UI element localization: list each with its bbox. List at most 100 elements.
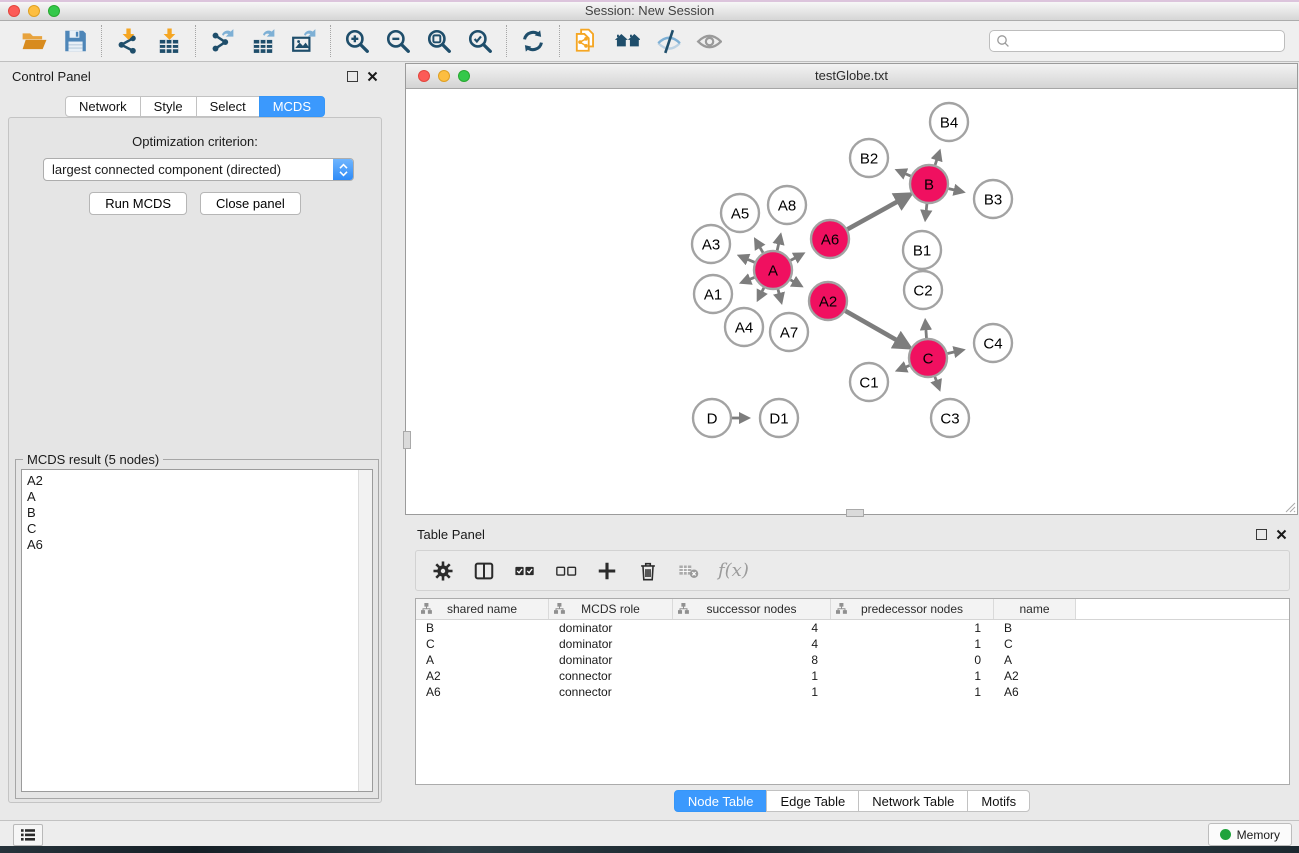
column-header-mcds-role[interactable]: MCDS role [549,599,673,619]
graph-node-B1[interactable]: B1 [903,231,941,269]
hide-graphics-details-button[interactable] [655,28,681,54]
network-window-titlebar[interactable]: testGlobe.txt [406,64,1297,89]
table-row[interactable]: Adominator80A [416,652,1289,668]
table-cell[interactable]: A [416,652,549,668]
settings-button[interactable] [431,559,455,583]
graph-node-C[interactable]: C [909,339,947,377]
table-row[interactable]: A6connector11A6 [416,684,1289,700]
table-cell[interactable]: B [416,620,549,636]
table-tab-node-table[interactable]: Node Table [674,790,768,812]
network-minimize-button[interactable] [438,70,450,82]
table-cell[interactable]: A [994,652,1076,668]
graph-node-A[interactable]: A [754,251,792,289]
zoom-out-button[interactable] [385,28,411,54]
graph-node-A4[interactable]: A4 [725,308,763,346]
graph-node-A7[interactable]: A7 [770,313,808,351]
table-cell[interactable]: A2 [994,668,1076,684]
maximize-window-button[interactable] [48,5,60,17]
graph-node-D1[interactable]: D1 [760,399,798,437]
table-cell[interactable]: dominator [549,652,673,668]
graph-node-B3[interactable]: B3 [974,180,1012,218]
table-cell[interactable]: connector [549,684,673,700]
network-close-button[interactable] [418,70,430,82]
table-cell[interactable]: connector [549,668,673,684]
table-row[interactable]: Bdominator41B [416,620,1289,636]
resize-grip-icon[interactable] [1284,501,1296,513]
function-builder-button[interactable]: f(x) [718,560,749,581]
float-panel-icon[interactable] [347,71,358,82]
zoom-fit-button[interactable] [426,28,452,54]
table-cell[interactable]: C [416,636,549,652]
table-cell[interactable]: 0 [831,652,994,668]
zoom-in-button[interactable] [344,28,370,54]
refresh-button[interactable] [520,28,546,54]
network-canvas[interactable]: AA1A2A3A4A5A6A7A8BB1B2B3B4CC1C2C3C4DD1 [406,88,1297,514]
graph-node-A1[interactable]: A1 [694,275,732,313]
table-cell[interactable]: 4 [673,636,831,652]
table-cell[interactable]: 1 [831,684,994,700]
export-network-button[interactable] [209,28,235,54]
network-from-selection-button[interactable] [573,28,599,54]
column-header-predecessor-nodes[interactable]: predecessor nodes [831,599,994,619]
task-history-button[interactable] [13,824,43,846]
graph-node-C2[interactable]: C2 [904,271,942,309]
close-table-panel-icon[interactable] [1276,529,1287,540]
graph-node-B2[interactable]: B2 [850,139,888,177]
table-cell[interactable]: C [994,636,1076,652]
run-mcds-button[interactable]: Run MCDS [89,192,187,215]
tab-network[interactable]: Network [65,96,141,117]
graph-node-C1[interactable]: C1 [850,363,888,401]
table-tab-edge-table[interactable]: Edge Table [766,790,859,812]
table-cell[interactable]: A6 [994,684,1076,700]
column-header-name[interactable]: name [994,599,1076,619]
column-header-successor-nodes[interactable]: successor nodes [673,599,831,619]
export-table-button[interactable] [250,28,276,54]
close-panel-button[interactable]: Close panel [200,192,301,215]
close-panel-icon[interactable] [367,71,378,82]
splitter-handle-bottom[interactable] [846,509,864,517]
graph-node-A3[interactable]: A3 [692,225,730,263]
graph-node-C3[interactable]: C3 [931,399,969,437]
table-cell[interactable]: 1 [831,668,994,684]
table-cell[interactable]: dominator [549,620,673,636]
delete-row-button[interactable] [636,559,660,583]
network-maximize-button[interactable] [458,70,470,82]
table-tab-network-table[interactable]: Network Table [858,790,968,812]
float-table-panel-icon[interactable] [1256,529,1267,540]
open-file-button[interactable] [21,28,47,54]
home-button[interactable] [614,28,640,54]
close-window-button[interactable] [8,5,20,17]
add-row-button[interactable] [595,559,619,583]
mcds-result-item[interactable]: B [27,505,372,521]
table-cell[interactable]: 1 [673,684,831,700]
search-box[interactable] [989,30,1285,52]
mcds-result-item[interactable]: A [27,489,372,505]
export-image-button[interactable] [291,28,317,54]
graph-node-C4[interactable]: C4 [974,324,1012,362]
optimization-criterion-dropdown[interactable]: largest connected component (directed) [43,158,354,181]
table-tab-motifs[interactable]: Motifs [967,790,1030,812]
import-network-button[interactable] [115,28,141,54]
table-columns-button[interactable] [472,559,496,583]
mcds-result-item[interactable]: C [27,521,372,537]
graph-node-A2[interactable]: A2 [809,282,847,320]
save-session-button[interactable] [62,28,88,54]
table-cell[interactable]: 1 [831,620,994,636]
graph-node-B4[interactable]: B4 [930,103,968,141]
splitter-handle-left[interactable] [403,431,411,449]
zoom-selected-button[interactable] [467,28,493,54]
mcds-result-item[interactable]: A2 [27,473,372,489]
table-cell[interactable]: A2 [416,668,549,684]
tab-select[interactable]: Select [196,96,260,117]
table-row[interactable]: A2connector11A2 [416,668,1289,684]
table-cell[interactable]: 1 [831,636,994,652]
table-cell[interactable]: dominator [549,636,673,652]
table-cell[interactable]: A6 [416,684,549,700]
mcds-result-item[interactable]: A6 [27,537,372,553]
graph-node-A6[interactable]: A6 [811,220,849,258]
graph-node-D[interactable]: D [693,399,731,437]
column-header-shared-name[interactable]: shared name [416,599,549,619]
delete-table-button[interactable] [677,559,701,583]
tab-mcds[interactable]: MCDS [259,96,325,117]
result-list-scrollbar[interactable] [358,470,372,791]
